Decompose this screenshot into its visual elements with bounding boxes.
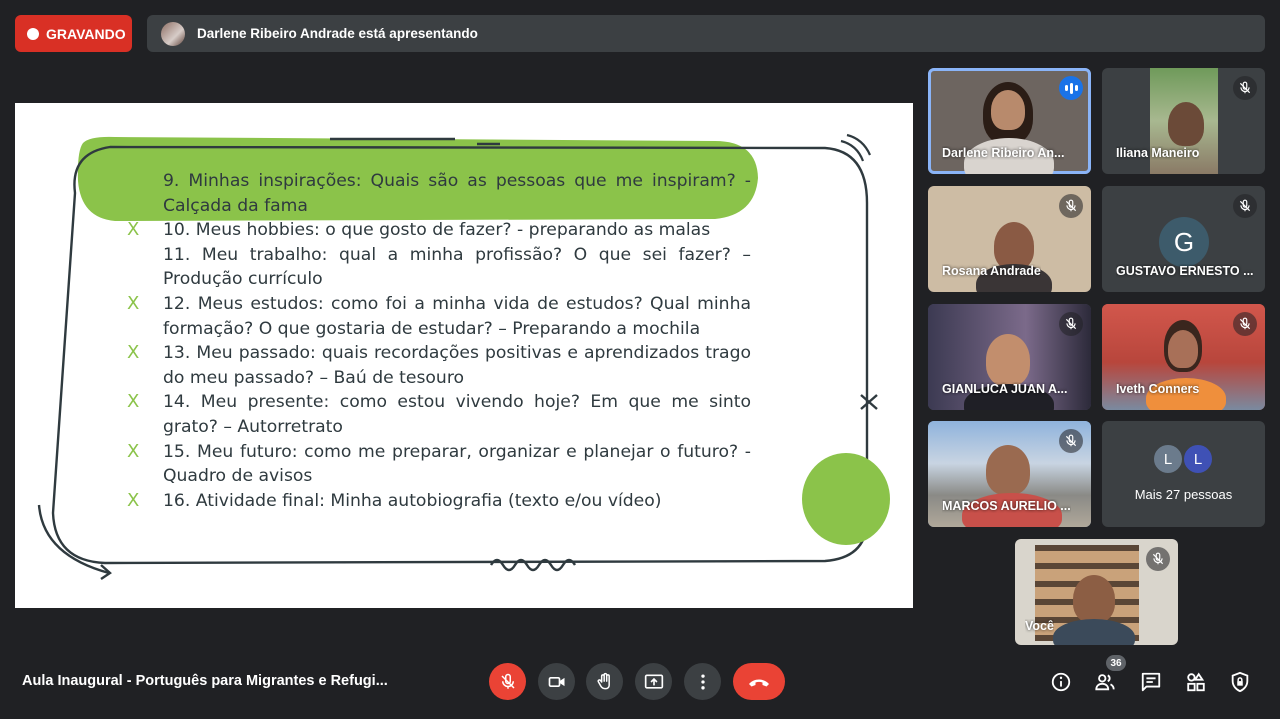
participant-tile[interactable]: GIANLUCA JUAN A... <box>928 304 1091 410</box>
leave-call-button[interactable] <box>733 663 785 700</box>
recording-badge: GRAVANDO <box>15 15 132 52</box>
slide-item: X 12. Meus estudos: como foi a minha vida… <box>127 292 751 339</box>
mic-off-icon <box>1146 547 1170 571</box>
host-controls-button[interactable] <box>1226 668 1254 696</box>
activities-icon <box>1187 672 1205 692</box>
raise-hand-icon <box>597 672 610 689</box>
raise-hand-button[interactable] <box>586 663 623 700</box>
mic-off-icon <box>1059 312 1083 336</box>
self-view-tile[interactable]: Você <box>1015 539 1178 645</box>
participant-name: Iveth Conners <box>1116 382 1200 396</box>
check-x-icon: X <box>127 440 140 462</box>
slide-item: X 16. Atividade final: Minha autobiografi… <box>127 489 751 514</box>
participant-tile[interactable]: MARCOS AURELIO ... <box>928 421 1091 527</box>
slide-item: 9. Minhas inspirações: Quais são as pess… <box>163 171 751 216</box>
participant-name: Darlene Ribeiro An... <box>942 146 1065 160</box>
info-icon <box>1051 672 1071 692</box>
more-vert-icon <box>700 674 705 689</box>
participant-name: Iliana Maneiro <box>1116 146 1200 160</box>
more-participants-tile[interactable]: L L Mais 27 pessoas <box>1102 421 1265 527</box>
more-participants-label: Mais 27 pessoas <box>1134 487 1233 502</box>
participant-name: GIANLUCA JUAN A... <box>942 382 1068 396</box>
participant-avatar: L <box>1152 443 1184 475</box>
slide-item: X 15. Meu futuro: como me preparar, organ… <box>127 440 751 487</box>
check-x-icon: X <box>127 342 140 364</box>
camera-icon <box>548 676 564 687</box>
people-count-badge: 36 <box>1106 655 1126 671</box>
meeting-info-button[interactable] <box>1047 668 1075 696</box>
recording-label: GRAVANDO <box>46 25 126 42</box>
slide-item: 11. Meu trabalho: qual a minha profissão… <box>163 244 751 290</box>
participant-tile[interactable]: G GUSTAVO ERNESTO ... <box>1102 186 1265 292</box>
mic-off-icon <box>1059 429 1083 453</box>
participant-name: Rosana Andrade <box>942 264 1041 278</box>
activities-button[interactable] <box>1182 668 1210 696</box>
participant-tile[interactable]: Rosana Andrade <box>928 186 1091 292</box>
more-options-button[interactable] <box>684 663 721 700</box>
slide-item: X 10. Meus hobbies: o que gosto de fazer?… <box>127 218 751 243</box>
check-x-icon: X <box>127 489 140 511</box>
people-button[interactable] <box>1091 668 1119 696</box>
participant-tile[interactable]: Iveth Conners <box>1102 304 1265 410</box>
participant-tile[interactable]: Iliana Maneiro <box>1102 68 1265 174</box>
present-screen-icon <box>644 674 663 689</box>
presenter-avatar <box>161 21 185 46</box>
participant-avatar: G <box>1159 217 1209 267</box>
mic-off-icon <box>1233 76 1257 100</box>
chat-icon <box>1141 672 1161 692</box>
check-x-icon: X <box>127 292 140 314</box>
speaking-indicator-icon <box>1059 76 1083 100</box>
self-name: Você <box>1025 619 1054 633</box>
mic-off-icon <box>1233 312 1257 336</box>
presentation-slide: 9. Minhas inspirações: Quais são as pess… <box>15 103 913 608</box>
record-dot-icon <box>27 27 39 40</box>
slide-item: X 13. Meu passado: quais recordações posi… <box>127 342 751 388</box>
participant-name: GUSTAVO ERNESTO ... <box>1116 264 1254 278</box>
mic-off-icon <box>500 673 515 689</box>
check-x-icon: X <box>127 391 140 413</box>
meeting-title: Aula Inaugural - Português para Migrante… <box>22 673 388 689</box>
mic-off-icon <box>1233 194 1257 218</box>
participant-tile[interactable]: Darlene Ribeiro An... <box>928 68 1091 174</box>
mic-toggle-button[interactable] <box>489 663 526 700</box>
present-screen-button[interactable] <box>635 663 672 700</box>
slide-agenda-list: 9. Minhas inspirações: Quais são as pess… <box>127 169 751 514</box>
shield-lock-icon <box>1231 671 1249 693</box>
participant-avatar: L <box>1182 443 1214 475</box>
participant-name: MARCOS AURELIO ... <box>942 499 1071 513</box>
slide-item: X 14. Meu presente: como estou vivendo ho… <box>127 391 751 437</box>
people-icon <box>1095 674 1115 691</box>
chat-button[interactable] <box>1137 668 1165 696</box>
camera-toggle-button[interactable] <box>538 663 575 700</box>
presenter-bar[interactable]: Darlene Ribeiro Andrade está apresentand… <box>147 15 1265 52</box>
check-x-icon: X <box>127 219 140 241</box>
presenter-text: Darlene Ribeiro Andrade está apresentand… <box>197 26 478 41</box>
mic-off-icon <box>1059 194 1083 218</box>
hang-up-icon <box>749 679 769 686</box>
